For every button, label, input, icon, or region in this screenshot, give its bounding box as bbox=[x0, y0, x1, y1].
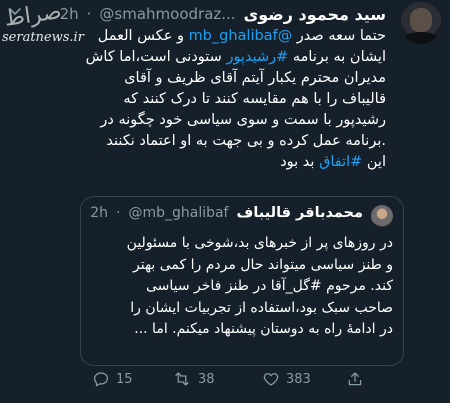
heart-icon bbox=[262, 370, 280, 388]
quoted-line: کند. مرحوم #گل_آقا در طنز فاخر سیاسی bbox=[145, 278, 393, 294]
chevron-down-icon[interactable] bbox=[8, 4, 22, 22]
handle[interactable]: @smahmoodraz... bbox=[99, 5, 235, 23]
timestamp[interactable]: 2h bbox=[60, 5, 79, 23]
quoted-text: در روزهای پر از خبرهای بد،شوخی با مسئولی… bbox=[93, 233, 393, 341]
like-count: 383 bbox=[286, 371, 311, 387]
share-button[interactable] bbox=[346, 370, 364, 388]
reply-count: 15 bbox=[116, 371, 133, 387]
quoted-handle: @mb_ghalibaf bbox=[128, 205, 229, 221]
quoted-avatar bbox=[371, 205, 393, 227]
tweet-line: .برنامه عمل کرده و بی جهت به او اعتماد ن… bbox=[16, 131, 386, 152]
quoted-line: در روزهای پر از خبرهای بد،شوخی با مسئولی… bbox=[126, 235, 393, 251]
tweet-text-fragment: مدیران محترم یکبار آیتم آقای ظریف و آقای bbox=[124, 70, 386, 86]
tweet-text-fragment: ایشان به برنامه bbox=[288, 49, 386, 65]
quoted-tweet[interactable]: محمدباقر قالیباف @mb_ghalibaf · 2h در رو… bbox=[80, 196, 404, 366]
share-icon bbox=[346, 370, 364, 388]
separator: · bbox=[86, 5, 92, 23]
quoted-line: و طنز سیاسی میتواند حال مردم را کمی بهتر bbox=[133, 256, 393, 273]
retweet-count: 38 bbox=[198, 371, 215, 387]
reply-button[interactable]: 15 bbox=[92, 370, 133, 388]
hashtag-link[interactable]: #رشیدپور bbox=[226, 49, 288, 65]
tweet-text-fragment: قالیباف را با هم مقایسه کنند تا درک کنند… bbox=[123, 91, 386, 107]
tweet-line: حتما سعه صدر @mb_ghalibaf و عکس العمل bbox=[16, 26, 386, 47]
tweet-line: قالیباف را با هم مقایسه کنند تا درک کنند… bbox=[16, 89, 386, 110]
tweet-header: سید محمود رضوی @smahmoodraz... · 2h bbox=[60, 2, 386, 26]
quoted-timestamp: 2h bbox=[90, 205, 108, 221]
reply-icon bbox=[92, 370, 110, 388]
retweet-button[interactable]: 38 bbox=[172, 370, 215, 388]
tweet-line: رشیدپور با سمت و سوی سیاسی خود چگونه در bbox=[16, 110, 386, 131]
tweet-text-fragment: رشیدپور با سمت و سوی سیاسی خود چگونه در bbox=[100, 112, 386, 128]
retweet-icon bbox=[172, 370, 192, 388]
mention-link[interactable]: @mb_ghalibaf bbox=[189, 28, 293, 44]
tweet-text-fragment: و عکس العمل bbox=[97, 28, 189, 44]
tweet-text-fragment: بد بود bbox=[280, 154, 320, 170]
quoted-header: محمدباقر قالیباف @mb_ghalibaf · 2h bbox=[90, 205, 363, 221]
tweet-text-fragment: حتما سعه صدر bbox=[292, 28, 386, 44]
tweet-line: این #اتفاق بد بود bbox=[16, 152, 386, 173]
quoted-line: در ادامهٔ راه به دوستان پیشنهاد میکنم. ا… bbox=[134, 321, 393, 337]
tweet-text: حتما سعه صدر @mb_ghalibaf و عکس العمل ایش… bbox=[16, 26, 386, 173]
like-button[interactable]: 383 bbox=[262, 370, 311, 388]
display-name[interactable]: سید محمود رضوی bbox=[244, 5, 386, 24]
tweet-text-fragment: .برنامه عمل کرده و بی جهت به او اعتماد ن… bbox=[106, 133, 386, 149]
quoted-display-name: محمدباقر قالیباف bbox=[236, 205, 364, 221]
avatar[interactable] bbox=[400, 2, 442, 44]
quoted-separator: · bbox=[116, 205, 121, 221]
action-bar: 15 38 383 bbox=[0, 370, 450, 394]
tweet-line: مدیران محترم یکبار آیتم آقای ظریف و آقای bbox=[16, 68, 386, 89]
tweet-line: ایشان به برنامه #رشیدپور ستودنی است،اما … bbox=[16, 47, 386, 68]
hashtag-link[interactable]: #اتفاق bbox=[319, 154, 362, 170]
quoted-line: صاحب سبک بود،استفاده از تجربیات ایشان را bbox=[130, 299, 393, 316]
tweet-text-fragment: ستودنی است،اما کاش bbox=[85, 49, 227, 65]
tweet-text-fragment: این bbox=[362, 154, 386, 170]
tweet[interactable]: صراط seratnews.ir سید محمود رضوی @smahmo… bbox=[0, 0, 450, 403]
